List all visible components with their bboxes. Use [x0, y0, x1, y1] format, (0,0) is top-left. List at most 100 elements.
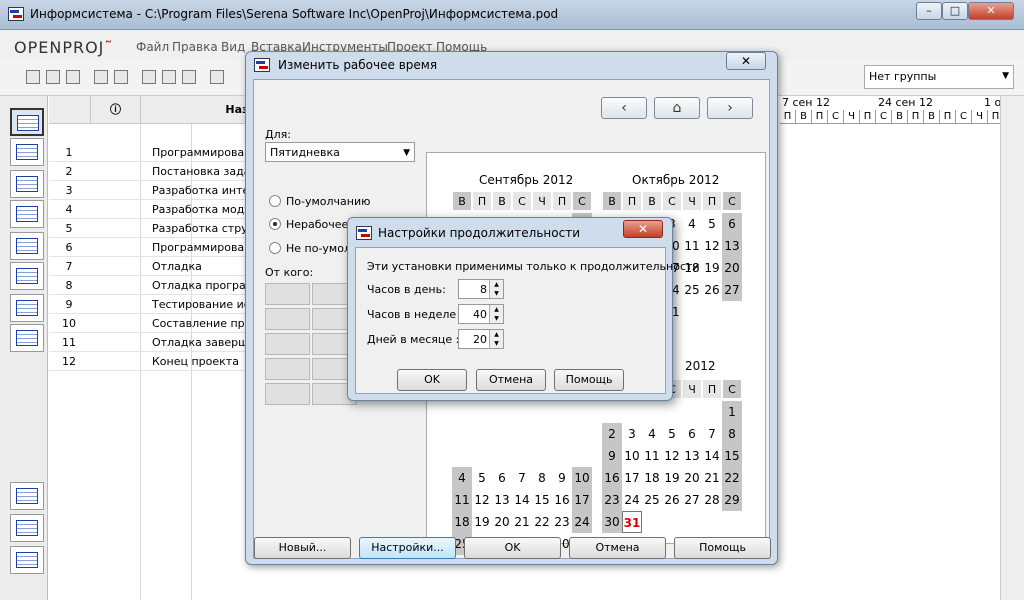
calendar-day[interactable]: 1 — [722, 401, 742, 423]
ok-button[interactable]: OK — [464, 537, 561, 559]
calendar-day[interactable]: 26 — [702, 279, 722, 301]
help-button[interactable]: Помощь — [554, 369, 624, 391]
view-network-button[interactable] — [10, 138, 44, 166]
time-from-1[interactable] — [265, 283, 310, 305]
calendar-day[interactable]: 27 — [722, 279, 742, 301]
time-from-3[interactable] — [265, 333, 310, 355]
calendar-day[interactable]: 6 — [722, 213, 742, 235]
view-gantt-button[interactable] — [10, 108, 44, 136]
menu-view[interactable]: Вид — [221, 40, 245, 54]
ok-button[interactable]: OK — [397, 369, 467, 391]
cut-icon[interactable] — [142, 70, 156, 84]
calendar-day[interactable]: 19 — [662, 467, 682, 489]
calendar-day[interactable]: 19 — [702, 257, 722, 279]
calendar-day[interactable]: 9 — [552, 467, 572, 489]
calendar-day[interactable]: 5 — [662, 423, 682, 445]
save-icon[interactable] — [66, 70, 80, 84]
calendar-day[interactable]: 29 — [722, 489, 742, 511]
calendar-day[interactable]: 13 — [682, 445, 702, 467]
view-task-usage-button[interactable] — [10, 294, 44, 322]
calendar-day[interactable]: 19 — [472, 511, 492, 533]
radio-default[interactable]: По-умолчанию — [269, 195, 370, 208]
view-charts-button[interactable] — [10, 514, 44, 542]
calendar-day[interactable]: 14 — [702, 445, 722, 467]
calendar-day[interactable]: 13 — [492, 489, 512, 511]
calendar-day[interactable]: 5 — [702, 213, 722, 235]
calendar-day[interactable]: 11 — [682, 235, 702, 257]
view-histogram-button[interactable] — [10, 482, 44, 510]
close-button[interactable]: ✕ — [968, 2, 1014, 20]
print-icon[interactable] — [94, 70, 108, 84]
calendar-day[interactable]: 17 — [572, 489, 592, 511]
calendar-day[interactable]: 4 — [642, 423, 662, 445]
group-select[interactable]: Нет группы ▼ — [864, 65, 1014, 89]
calendar-day[interactable]: 13 — [722, 235, 742, 257]
calendar-day[interactable]: 4 — [682, 213, 702, 235]
next-month-button[interactable]: › — [707, 97, 753, 119]
calendar-day[interactable]: 9 — [602, 445, 622, 467]
hours-per-day-spinner[interactable]: 8 ▲ ▼ — [458, 279, 504, 299]
view-resource-usage-button[interactable] — [10, 324, 44, 352]
calendar-day[interactable]: 6 — [682, 423, 702, 445]
task-name[interactable]: Отладка — [152, 260, 202, 273]
calendar-day[interactable]: 27 — [682, 489, 702, 511]
hours-per-week-spinner[interactable]: 40 ▲ ▼ — [458, 304, 504, 324]
calendar-day[interactable]: 20 — [492, 511, 512, 533]
view-resources-button[interactable] — [10, 170, 44, 198]
calendar-day[interactable]: 30 — [602, 511, 622, 533]
view-task-details-button[interactable] — [10, 546, 44, 574]
print-preview-icon[interactable] — [114, 70, 128, 84]
calendar-day[interactable]: 28 — [702, 489, 722, 511]
find-icon[interactable] — [210, 70, 224, 84]
calendar-day[interactable]: 24 — [622, 489, 642, 511]
time-from-2[interactable] — [265, 308, 310, 330]
calendar-day[interactable]: 25 — [642, 489, 662, 511]
radio-nonworking[interactable]: Нерабочее в — [269, 218, 358, 231]
calendar-day[interactable]: 11 — [642, 445, 662, 467]
prev-month-button[interactable]: ‹ — [601, 97, 647, 119]
calendar-day[interactable]: 12 — [472, 489, 492, 511]
new-icon[interactable] — [26, 70, 40, 84]
calendar-day[interactable]: 14 — [512, 489, 532, 511]
calendar-day[interactable]: 26 — [662, 489, 682, 511]
help-button[interactable]: Помощь — [674, 537, 771, 559]
calendar-day[interactable]: 8 — [722, 423, 742, 445]
calendar-day[interactable]: 23 — [552, 511, 572, 533]
calendar-day[interactable]: 31 — [622, 511, 642, 533]
time-from-5[interactable] — [265, 383, 310, 405]
calendar-day[interactable]: 4 — [452, 467, 472, 489]
view-wbs-button[interactable] — [10, 200, 44, 228]
time-from-4[interactable] — [265, 358, 310, 380]
calendar-day[interactable]: 20 — [682, 467, 702, 489]
calendar-day[interactable]: 21 — [702, 467, 722, 489]
calendar-day[interactable]: 6 — [492, 467, 512, 489]
calendar-day[interactable]: 5 — [472, 467, 492, 489]
menu-edit[interactable]: Правка — [172, 40, 218, 54]
cancel-button[interactable]: Отмена — [476, 369, 546, 391]
days-per-month-spinner[interactable]: 20 ▲ ▼ — [458, 329, 504, 349]
calendar-day[interactable]: 12 — [662, 445, 682, 467]
calendar-day[interactable]: 17 — [622, 467, 642, 489]
home-button[interactable]: ⌂ — [654, 97, 700, 119]
calendar-day[interactable]: 15 — [532, 489, 552, 511]
calendar-day[interactable]: 7 — [702, 423, 722, 445]
calendar-day[interactable]: 12 — [702, 235, 722, 257]
menu-file[interactable]: Файл — [136, 40, 169, 54]
view-report-button[interactable] — [10, 262, 44, 290]
dialog-close-button[interactable]: ✕ — [623, 220, 663, 238]
calendar-day[interactable]: 22 — [722, 467, 742, 489]
calendar-day[interactable]: 10 — [572, 467, 592, 489]
calendar-day[interactable]: 16 — [602, 467, 622, 489]
calendar-day[interactable]: 24 — [572, 511, 592, 533]
copy-icon[interactable] — [162, 70, 176, 84]
calendar-day[interactable]: 20 — [722, 257, 742, 279]
dialog-close-button[interactable]: ✕ — [726, 52, 766, 70]
view-rbs-button[interactable] — [10, 232, 44, 260]
calendar-day[interactable]: 18 — [452, 511, 472, 533]
paste-icon[interactable] — [182, 70, 196, 84]
vertical-scrollbar[interactable] — [1000, 96, 1024, 600]
settings-button[interactable]: Настройки... — [359, 537, 456, 559]
calendar-day[interactable]: 25 — [682, 279, 702, 301]
new-button[interactable]: Новый... — [254, 537, 351, 559]
calendar-day[interactable]: 10 — [622, 445, 642, 467]
